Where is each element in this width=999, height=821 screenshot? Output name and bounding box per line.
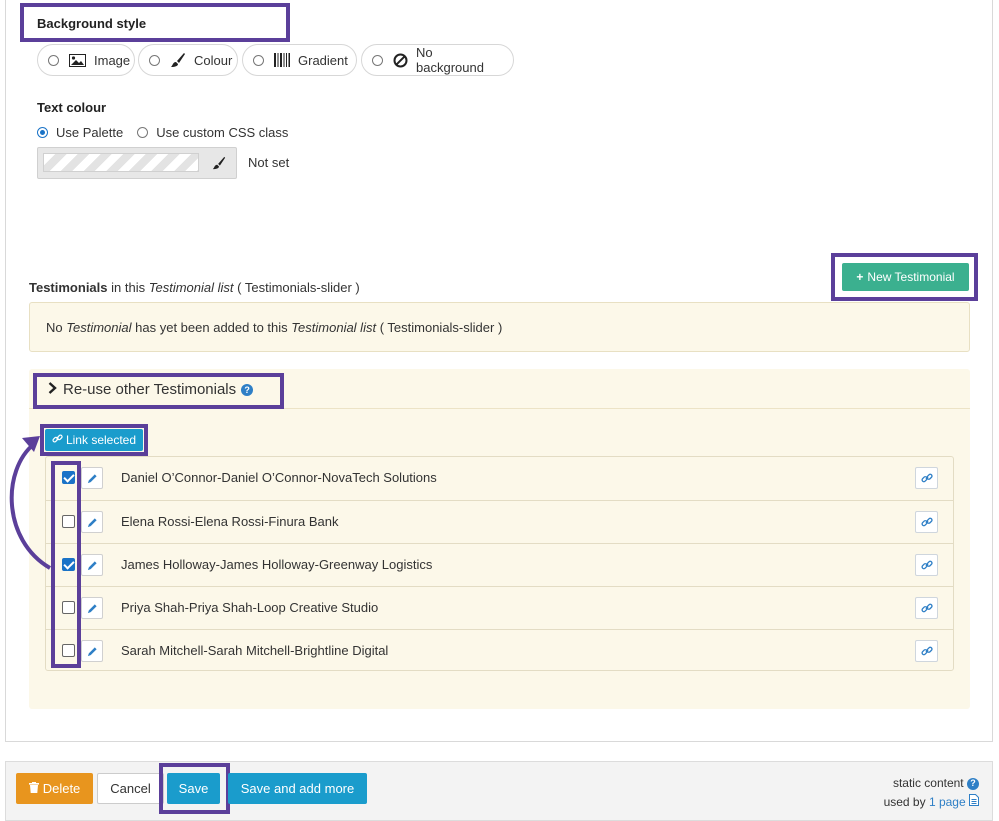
static-content-label: static content — [892, 776, 964, 790]
bg-option-label: Gradient — [298, 52, 348, 68]
link-icon[interactable] — [915, 640, 938, 662]
plus-icon: + — [856, 270, 864, 284]
list-item[interactable]: James Holloway-James Holloway-Greenway L… — [46, 543, 953, 586]
trash-icon — [28, 781, 39, 796]
pencil-icon[interactable] — [81, 640, 103, 662]
link-icon[interactable] — [915, 554, 938, 576]
list-item[interactable]: Sarah Mitchell-Sarah Mitchell-Brightline… — [46, 629, 953, 672]
ban-icon — [393, 53, 408, 68]
radio-gradient[interactable] — [253, 54, 264, 66]
delete-button[interactable]: Delete — [16, 773, 93, 804]
cancel-button[interactable]: Cancel — [97, 773, 164, 804]
list-item[interactable]: Elena Rossi-Elena Rossi-Finura Bank — [46, 500, 953, 543]
testimonial-list: Daniel O’Connor-Daniel O’Connor-NovaTech… — [45, 456, 954, 671]
notice-italic2: Testimonial list — [291, 320, 377, 335]
pencil-icon[interactable] — [81, 597, 103, 619]
colour-swatch — [43, 153, 199, 172]
bg-option-image[interactable]: Image — [37, 44, 135, 76]
notice-prefix: No — [46, 320, 63, 335]
list-item[interactable]: Priya Shah-Priya Shah-Loop Creative Stud… — [46, 586, 953, 629]
save-and-add-button[interactable]: Save and add more — [228, 773, 367, 804]
link-icon[interactable] — [915, 597, 938, 619]
help-icon[interactable]: ? — [967, 777, 979, 790]
heading-italic: Testimonial list — [148, 280, 234, 295]
used-by-page-link[interactable]: 1 page — [929, 795, 966, 809]
empty-notice: No Testimonial has yet been added to thi… — [29, 302, 970, 352]
radio-custom-css[interactable] — [137, 127, 149, 138]
radio-image[interactable] — [48, 54, 59, 66]
text-colour-title: Text colour — [37, 100, 107, 115]
bg-option-no-background[interactable]: No background — [361, 44, 514, 76]
reuse-title: Re-use other Testimonials — [63, 381, 237, 398]
item-label: Sarah Mitchell-Sarah Mitchell-Brightline… — [121, 643, 389, 658]
brush-icon[interactable] — [212, 156, 226, 173]
item-label: Priya Shah-Priya Shah-Loop Creative Stud… — [121, 600, 379, 615]
text-colour-value: Not set — [248, 155, 290, 170]
brush-icon — [170, 52, 186, 68]
notice-italic1: Testimonial — [66, 320, 132, 335]
testimonials-heading: Testimonials in this Testimonial list ( … — [29, 280, 360, 295]
heading-bold: Testimonials — [29, 280, 108, 295]
new-testimonial-button[interactable]: + New Testimonial — [842, 263, 969, 291]
barcode-gradient-icon — [274, 53, 290, 67]
annotation-arrow — [9, 436, 52, 570]
item-label: Elena Rossi-Elena Rossi-Finura Bank — [121, 514, 339, 529]
notice-suffix: ( Testimonials-slider ) — [379, 320, 503, 335]
bg-option-label: Colour — [194, 52, 233, 68]
notice-mid: has yet been added to this — [135, 320, 288, 335]
save-button[interactable]: Save — [167, 773, 220, 804]
pencil-icon[interactable] — [81, 511, 103, 533]
bg-option-label: Image — [94, 52, 131, 68]
radio-colour[interactable] — [149, 54, 160, 66]
chevron-right-icon — [48, 381, 57, 398]
reuse-toggle[interactable]: Re-use other Testimonials ? — [48, 381, 254, 398]
item-label: James Holloway-James Holloway-Greenway L… — [121, 557, 433, 572]
bg-option-colour[interactable]: Colour — [138, 44, 238, 76]
radio-no-background[interactable] — [372, 54, 383, 66]
pencil-icon[interactable] — [81, 554, 103, 576]
background-style-title: Background style — [37, 16, 147, 31]
text-colour-options: Use Palette Use custom CSS class — [37, 125, 288, 140]
new-testimonial-label: New Testimonial — [867, 270, 955, 284]
link-icon[interactable] — [915, 511, 938, 533]
link-selected-label: Link selected — [65, 433, 137, 447]
image-icon — [69, 53, 86, 67]
heading-name: ( Testimonials-slider ) — [237, 280, 360, 295]
heading-in: in this — [111, 280, 146, 295]
use-palette-label: Use Palette — [56, 125, 124, 140]
pencil-icon[interactable] — [81, 467, 103, 489]
radio-use-palette[interactable] — [37, 127, 48, 138]
delete-label: Delete — [42, 781, 81, 796]
item-label: Daniel O’Connor-Daniel O’Connor-NovaTech… — [121, 470, 437, 485]
used-by-label: used by — [883, 795, 926, 809]
help-icon[interactable]: ? — [241, 383, 254, 396]
document-icon[interactable] — [969, 793, 979, 812]
notice-text: No Testimonial has yet been added to thi… — [46, 320, 502, 335]
bg-option-gradient[interactable]: Gradient — [242, 44, 357, 76]
link-icon[interactable] — [915, 467, 938, 489]
list-item[interactable]: Daniel O’Connor-Daniel O’Connor-NovaTech… — [46, 457, 953, 500]
usage-info: static content ? used by 1 page — [884, 774, 979, 812]
bg-option-label: No background — [416, 45, 484, 75]
custom-css-label: Use custom CSS class — [156, 125, 289, 140]
